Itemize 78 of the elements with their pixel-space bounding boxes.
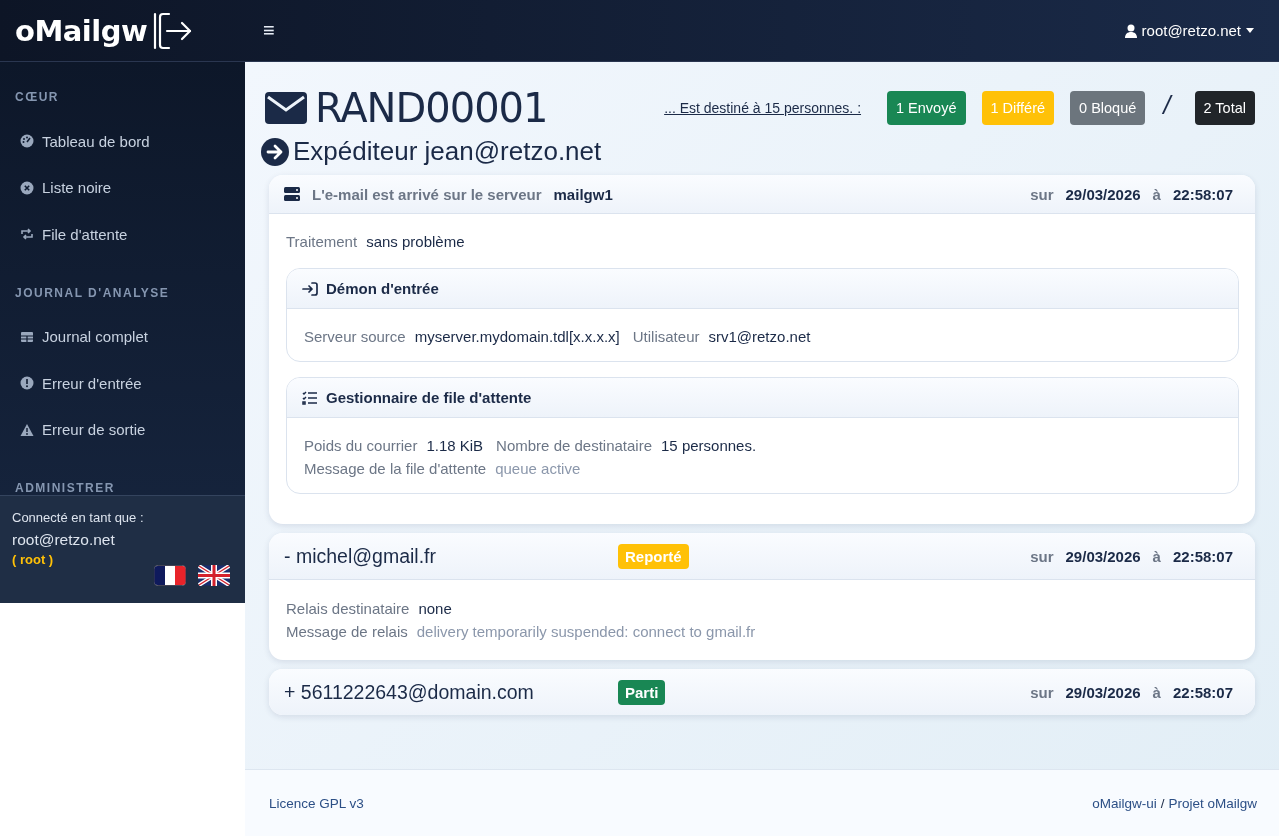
section-heading: JOURNAL D'ANALYSE xyxy=(14,284,171,301)
message-id: RAND00001 xyxy=(315,85,548,131)
field-value: 1.18 KiB xyxy=(426,436,484,456)
time-prefix: à xyxy=(1152,185,1161,203)
time-text: 22:58:07 xyxy=(1172,683,1233,701)
sign-in-icon xyxy=(302,281,318,296)
footer-link[interactable]: oMailgw-ui xyxy=(1092,795,1157,811)
xcircle-icon xyxy=(20,180,34,195)
server-icon xyxy=(284,187,300,201)
account-caption: Connecté en tant que : xyxy=(12,510,145,525)
field-value: 15 personnes. xyxy=(661,436,757,456)
warn-icon xyxy=(20,422,34,437)
total-badge: 2 Total xyxy=(1194,91,1255,125)
date-prefix: sur xyxy=(1030,683,1054,701)
time-prefix: à xyxy=(1152,683,1161,701)
gauge-icon xyxy=(20,134,34,149)
nav-item[interactable]: Journal complet xyxy=(0,313,245,360)
status-badge: Reporté xyxy=(618,543,689,569)
license-link[interactable]: Licence GPL v3 xyxy=(269,795,364,811)
account-role: ( root ) xyxy=(12,552,55,567)
time-prefix: à xyxy=(1152,547,1161,565)
envelope-icon xyxy=(265,92,307,124)
arrow-right-circle-icon xyxy=(261,137,289,166)
field-value: myserver.mydomain.tdl[x.x.x.x] xyxy=(414,327,620,347)
separator-slash: / xyxy=(1163,89,1171,121)
user-menu[interactable]: root@retzo.net xyxy=(1124,22,1254,39)
nav-item[interactable]: Tableau de bord xyxy=(0,118,245,165)
section-heading: ADMINISTRER xyxy=(14,480,116,495)
nav-item[interactable]: File d'attente xyxy=(0,211,245,258)
panel-title: Démon d'entrée xyxy=(326,280,439,297)
recipient-address: + 5611222643@domain.com xyxy=(284,680,535,704)
field-label: Message de la file d'attente xyxy=(304,459,487,479)
time-text: 22:58:07 xyxy=(1172,547,1233,565)
repeat-icon xyxy=(20,227,34,242)
sender-title: Expéditeur jean@retzo.net xyxy=(293,136,602,167)
table-icon xyxy=(20,329,34,344)
french-flag-icon[interactable] xyxy=(154,565,186,586)
field-value: none xyxy=(418,599,452,619)
excl-icon xyxy=(20,376,34,391)
field-value: sans problème xyxy=(366,232,465,252)
field-value: delivery temporarily suspended: connect to gmail.fr xyxy=(416,622,756,642)
date-prefix: sur xyxy=(1030,547,1054,565)
count-badge: 1 Envoyé xyxy=(887,91,966,125)
user-icon xyxy=(1124,23,1137,38)
nav-item[interactable]: Erreur de sortie xyxy=(0,406,245,453)
link-separator: / xyxy=(1160,795,1165,811)
field-label: Relais destinataire xyxy=(286,599,410,619)
date-text: 29/03/2026 xyxy=(1065,547,1141,565)
uk-flag-icon[interactable] xyxy=(198,565,230,586)
field-value: srv1@retzo.net xyxy=(708,327,811,347)
menu-button[interactable]: ≡ xyxy=(257,19,281,42)
time-text: 22:58:07 xyxy=(1172,185,1233,203)
account-user: root@retzo.net xyxy=(12,531,116,549)
count-badge: 1 Différé xyxy=(981,91,1055,125)
field-label: Poids du courrier xyxy=(304,436,418,456)
checklist-icon xyxy=(302,390,318,405)
field-label: Utilisateur xyxy=(632,327,700,347)
field-label: Traitement xyxy=(286,232,358,252)
nav-item[interactable]: Erreur d'entrée xyxy=(0,360,245,407)
date-text: 29/03/2026 xyxy=(1065,185,1141,203)
caret-icon xyxy=(1246,28,1254,33)
recipients-link[interactable]: ... Est destiné à 15 personnes. : xyxy=(664,100,862,116)
field-label: Nombre de destinataire xyxy=(496,436,653,456)
app-logo-text[interactable]: oMailgw xyxy=(15,13,148,48)
field-value: queue active xyxy=(495,459,581,479)
footer-link[interactable]: Projet oMailgw xyxy=(1168,795,1257,811)
field-label: Serveur source xyxy=(304,327,406,347)
server-name: mailgw1 xyxy=(553,185,613,203)
panel-title: Gestionnaire de file d'attente xyxy=(326,389,532,406)
field-label: Message de relais xyxy=(286,622,408,642)
date-prefix: sur xyxy=(1030,185,1054,203)
nav-item[interactable]: Liste noire xyxy=(0,164,245,211)
recipient-address: - michel@gmail.fr xyxy=(284,544,437,568)
card-title: L'e-mail est arrivé sur le serveur xyxy=(312,185,542,203)
section-heading: CŒUR xyxy=(14,89,60,105)
count-badge: 0 Bloqué xyxy=(1070,91,1146,125)
date-text: 29/03/2026 xyxy=(1065,683,1141,701)
status-badge: Parti xyxy=(618,679,666,705)
